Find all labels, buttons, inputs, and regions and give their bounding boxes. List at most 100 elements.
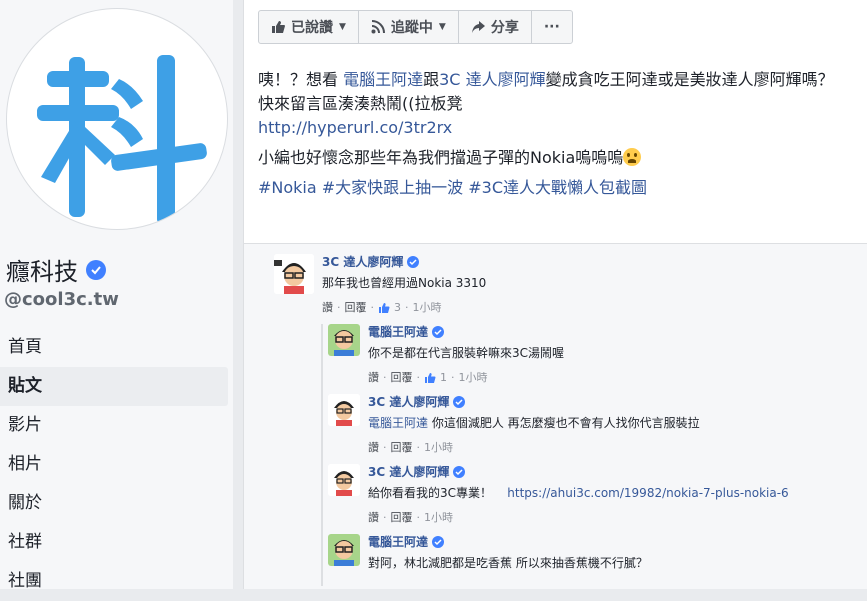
- comment-author-name[interactable]: 3C 達人廖阿輝: [322, 254, 403, 270]
- avatar[interactable]: [274, 254, 314, 294]
- comment-author[interactable]: 電腦王阿達: [368, 324, 445, 340]
- cartoon-avatar-icon: [328, 324, 360, 356]
- comment-reply-link[interactable]: 回覆: [345, 300, 367, 316]
- thumbs-up-icon: [272, 21, 285, 33]
- post-panel: 已說讚 ▼ 追蹤中 ▼ 分享 ··· 咦！？想看 電腦王阿達跟3C 達人廖阿輝變…: [243, 0, 867, 589]
- mention-link[interactable]: 3C 達人廖阿輝: [439, 70, 545, 89]
- comments-section: 3C 達人廖阿輝 那年我也曾經用過Nokia 3310 讚 · 回覆 · 3 · 1小…: [244, 243, 867, 589]
- comment-author-name[interactable]: 電腦王阿達: [368, 324, 428, 340]
- share-label: 分享: [490, 20, 519, 36]
- comment-time[interactable]: 1小時: [413, 300, 442, 316]
- comment-like-link[interactable]: 讚: [368, 510, 379, 526]
- comment-author-name[interactable]: 3C 達人廖阿輝: [368, 394, 449, 410]
- hashtags-link[interactable]: #Nokia #大家快跟上抽一波 #3C達人大戰懶人包截圖: [258, 178, 647, 197]
- comment-like-link[interactable]: 讚: [322, 300, 333, 316]
- reply-thread-line: [321, 324, 323, 586]
- cool3c-logo: [37, 55, 207, 225]
- verified-badge-icon: [432, 326, 445, 338]
- post-text: 小編也好懷念那些年為我們擋過子彈的Nokia嗚嗚嗚: [258, 148, 624, 167]
- more-dots-icon: ···: [543, 19, 560, 35]
- reply-item: 3C 達人廖阿輝 給你看看我的3C專業！ https://ahui3c.com/…: [328, 464, 789, 526]
- following-button[interactable]: 追蹤中 ▼: [359, 11, 459, 43]
- post-body: 咦！？想看 電腦王阿達跟3C 達人廖阿輝變成貪吃王阿達或是美妝達人廖阿輝嗎？ 快…: [258, 68, 858, 200]
- comment-time[interactable]: 1小時: [424, 440, 453, 456]
- comment-text: 你這個減肥人 再怎麼瘦也不會有人找你代言服裝拉: [428, 416, 700, 430]
- comment-like-link[interactable]: 讚: [368, 440, 379, 456]
- comment-actions: 讚 · 回覆 · 1小時: [368, 510, 453, 526]
- avatar[interactable]: [328, 464, 360, 496]
- comment-time[interactable]: 1小時: [424, 510, 453, 526]
- comment-text-row: 給你看看我的3C專業！ https://ahui3c.com/19982/nok…: [368, 485, 789, 501]
- reply-item: 電腦王阿達 你不是都在代言服裝幹嘛來3C湯鬧喔 讚 · 回覆 · 1 · 1小時: [328, 324, 564, 386]
- page-name-text[interactable]: 癮科技: [6, 252, 78, 287]
- comment-author-name[interactable]: 電腦王阿達: [368, 534, 428, 550]
- page-profile-picture[interactable]: [6, 8, 228, 230]
- page-action-toolbar: 已說讚 ▼ 追蹤中 ▼ 分享 ···: [258, 10, 573, 44]
- comment-time[interactable]: 1小時: [459, 370, 488, 386]
- comment-text: 給你看看我的3C專業！: [368, 486, 493, 500]
- comment-like-link[interactable]: 讚: [368, 370, 379, 386]
- like-count-icon: [425, 373, 436, 383]
- more-options-button[interactable]: ···: [532, 11, 572, 43]
- chevron-down-icon: ▼: [438, 22, 446, 32]
- nav-item-community[interactable]: 社群: [0, 523, 228, 562]
- comment-author-name[interactable]: 3C 達人廖阿輝: [368, 464, 449, 480]
- comment-text: 你不是都在代言服裝幹嘛來3C湯鬧喔: [368, 346, 565, 360]
- comment-item: 3C 達人廖阿輝 那年我也曾經用過Nokia 3310 讚 · 回覆 · 3 · 1小…: [274, 254, 486, 316]
- comment-actions: 讚 · 回覆 · 3 · 1小時: [322, 300, 442, 316]
- verified-badge-icon: [86, 259, 106, 280]
- comment-actions: 讚 · 回覆 · 1 · 1小時: [368, 370, 488, 386]
- post-text: 快來留言區湊湊熱鬧((拉板凳: [258, 94, 463, 113]
- chevron-down-icon: ▼: [339, 22, 346, 32]
- crying-emoji-icon: [623, 148, 642, 166]
- like-count[interactable]: 1: [440, 370, 447, 386]
- comment-reply-link[interactable]: 回覆: [391, 510, 413, 526]
- mention-tag[interactable]: 電腦王阿達: [368, 416, 428, 430]
- like-count[interactable]: 3: [394, 300, 401, 316]
- cartoon-avatar-icon: [328, 534, 360, 566]
- post-text: 跟: [423, 70, 440, 89]
- avatar[interactable]: [328, 394, 360, 426]
- cartoon-avatar-icon: [328, 464, 360, 496]
- nav-item-about[interactable]: 關於: [0, 484, 228, 523]
- like-count-icon: [379, 303, 390, 313]
- verified-badge-icon: [407, 256, 420, 268]
- comment-reply-link[interactable]: 回覆: [391, 370, 413, 386]
- reply-item: 電腦王阿達 對阿，林北減肥都是吃香蕉 所以來抽香蕉機不行膩？: [328, 534, 648, 571]
- mention-link[interactable]: 電腦王阿達: [343, 70, 423, 89]
- nav-item-videos[interactable]: 影片: [0, 406, 228, 445]
- liked-label: 已說讚: [291, 20, 333, 36]
- page-handle[interactable]: @cool3c.tw: [4, 289, 119, 310]
- comment-reply-link[interactable]: 回覆: [391, 440, 413, 456]
- liked-button[interactable]: 已說讚 ▼: [259, 11, 359, 43]
- verified-badge-icon: [453, 466, 466, 478]
- comment-text-row: 電腦王阿達 你這個減肥人 再怎麼瘦也不會有人找你代言服裝拉: [368, 415, 700, 431]
- share-arrow-icon: [471, 21, 485, 33]
- page-sidebar: 癮科技 @cool3c.tw 首頁 貼文 影片 相片 關於 社群 社團: [0, 0, 233, 591]
- rss-icon: [371, 20, 385, 34]
- post-text: 變成貪吃王阿達或是美妝達人廖阿輝嗎？: [545, 70, 834, 89]
- nav-item-groups[interactable]: 社團: [0, 562, 228, 601]
- comment-url-link[interactable]: https://ahui3c.com/19982/nokia-7-plus-no…: [507, 486, 788, 500]
- comment-text: 那年我也曾經用過Nokia 3310: [322, 276, 487, 290]
- comment-author[interactable]: 3C 達人廖阿輝: [368, 464, 466, 480]
- comment-author[interactable]: 3C 達人廖阿輝: [322, 254, 420, 270]
- post-url-link[interactable]: http://hyperurl.co/3tr2rx: [258, 118, 452, 137]
- comment-author[interactable]: 3C 達人廖阿輝: [368, 394, 466, 410]
- nav-item-posts[interactable]: 貼文: [0, 367, 228, 406]
- cartoon-avatar-icon: [328, 394, 360, 426]
- reply-item: 3C 達人廖阿輝 電腦王阿達 你這個減肥人 再怎麼瘦也不會有人找你代言服裝拉 讚…: [328, 394, 700, 456]
- avatar[interactable]: [328, 534, 360, 566]
- share-button[interactable]: 分享: [459, 11, 532, 43]
- post-text: 咦！？想看: [258, 70, 344, 89]
- nav-item-home[interactable]: 首頁: [0, 328, 228, 367]
- nav-item-photos[interactable]: 相片: [0, 445, 228, 484]
- page-title[interactable]: 癮科技: [6, 252, 106, 287]
- comment-author[interactable]: 電腦王阿達: [368, 534, 445, 550]
- avatar[interactable]: [328, 324, 360, 356]
- comment-text: 對阿，林北減肥都是吃香蕉 所以來抽香蕉機不行膩？: [368, 556, 648, 570]
- comment-actions: 讚 · 回覆 · 1小時: [368, 440, 453, 456]
- following-label: 追蹤中: [390, 20, 433, 36]
- verified-badge-icon: [453, 396, 466, 408]
- verified-badge-icon: [432, 536, 445, 548]
